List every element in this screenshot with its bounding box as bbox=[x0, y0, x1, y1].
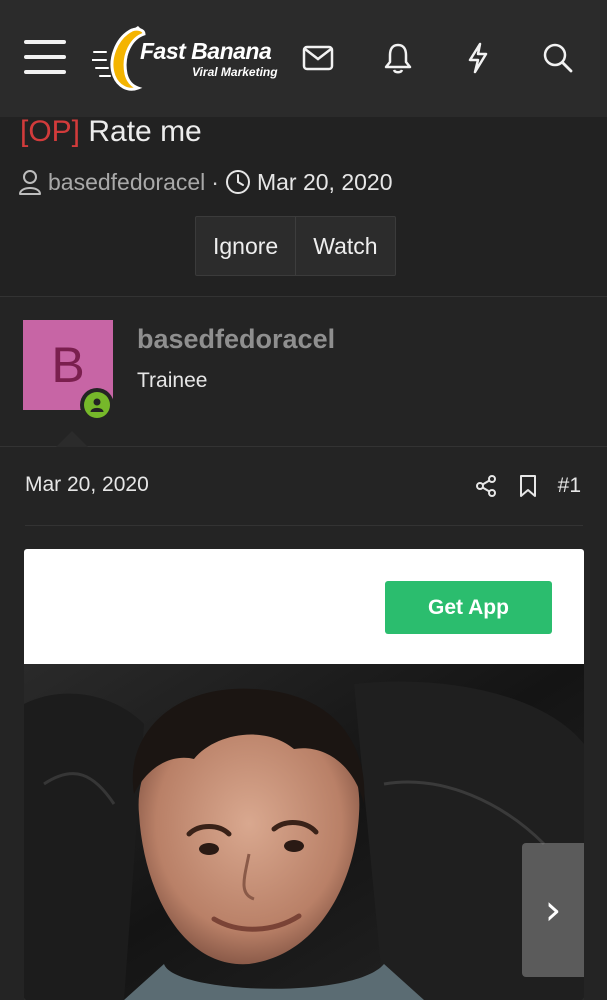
logo-title: Fast Banana bbox=[140, 38, 272, 64]
post-username-link[interactable]: basedfedoracel bbox=[137, 324, 335, 355]
chevron-right-icon: › bbox=[544, 885, 562, 934]
embedded-media-card: Get App › bbox=[24, 549, 584, 1000]
user-block-arrow bbox=[56, 431, 88, 447]
mail-icon[interactable] bbox=[298, 38, 338, 78]
meta-separator: · bbox=[211, 168, 219, 195]
photo-content bbox=[24, 664, 584, 1000]
logo-subtitle: Viral Marketing bbox=[192, 65, 278, 79]
share-icon[interactable] bbox=[474, 474, 498, 498]
post-number-link[interactable]: #1 bbox=[558, 474, 581, 498]
lightning-icon[interactable] bbox=[458, 38, 498, 78]
thread-meta: basedfedoracel · Mar 20, 2020 bbox=[18, 166, 393, 198]
site-logo[interactable]: Fast Banana Viral Marketing bbox=[92, 24, 288, 94]
next-image-button[interactable]: › bbox=[522, 843, 584, 977]
user-title: Trainee bbox=[137, 369, 208, 392]
top-navigation-bar: Fast Banana Viral Marketing bbox=[0, 0, 607, 117]
divider bbox=[0, 446, 607, 447]
divider bbox=[25, 525, 583, 526]
bookmark-icon[interactable] bbox=[518, 474, 538, 498]
post-actions: #1 bbox=[474, 470, 581, 502]
post-date-link[interactable]: Mar 20, 2020 bbox=[25, 473, 149, 497]
thread-author-link[interactable]: basedfedoracel bbox=[48, 169, 205, 196]
thread-date-link[interactable]: Mar 20, 2020 bbox=[257, 169, 393, 196]
thread-title-text: Rate me bbox=[88, 115, 202, 148]
bell-icon[interactable] bbox=[378, 38, 418, 78]
thread-action-buttons: Ignore Watch bbox=[195, 216, 396, 276]
thread-title: [OP] Rate me bbox=[20, 112, 202, 152]
watch-button[interactable]: Watch bbox=[295, 217, 394, 275]
user-icon bbox=[19, 170, 41, 195]
ignore-button[interactable]: Ignore bbox=[196, 217, 295, 275]
thread-prefix-label[interactable]: [OP] bbox=[20, 115, 80, 148]
online-user-icon bbox=[90, 398, 104, 412]
post-photo[interactable] bbox=[24, 664, 584, 1000]
search-icon[interactable] bbox=[538, 38, 578, 78]
clock-icon bbox=[225, 170, 250, 194]
menu-icon[interactable] bbox=[24, 40, 66, 74]
online-status-badge bbox=[80, 388, 114, 422]
get-app-button[interactable]: Get App bbox=[385, 581, 552, 634]
